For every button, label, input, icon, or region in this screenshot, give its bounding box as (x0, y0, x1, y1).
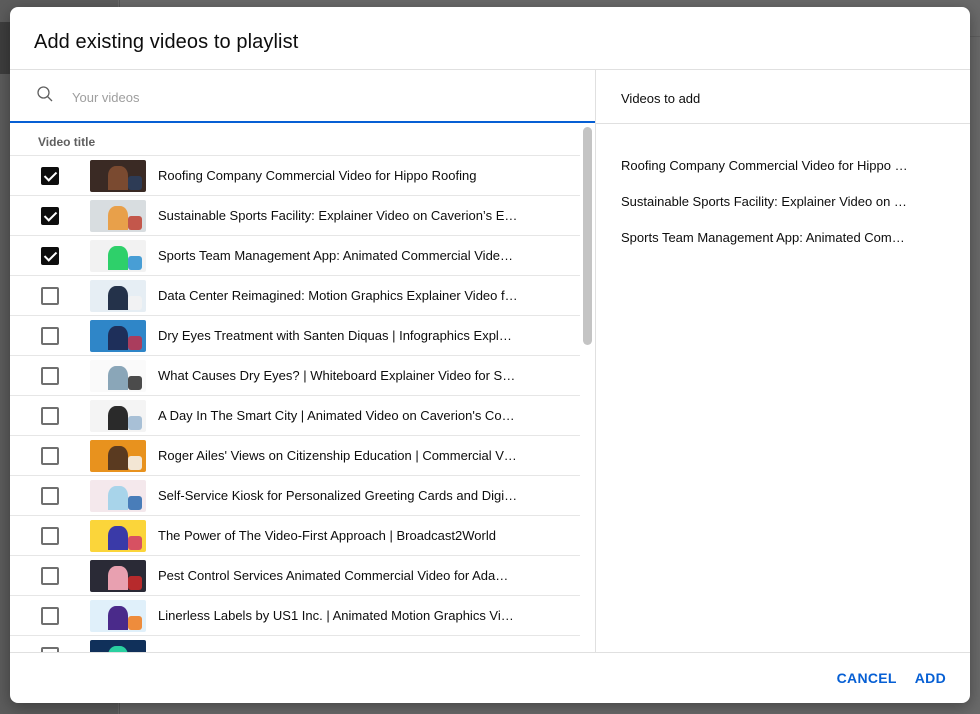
video-thumbnail (90, 239, 146, 272)
videos-to-add-pane: Videos to add Roofing Company Commercial… (596, 70, 970, 652)
column-header-video-title: Video title (10, 123, 580, 156)
video-title: Dry Eyes Treatment with Santen Diquas | … (158, 328, 518, 343)
video-title: Linerless Labels by US1 Inc. | Animated … (158, 608, 518, 623)
video-title: What Causes Dry Eyes? | Whiteboard Expla… (158, 368, 518, 383)
video-thumbnail (90, 359, 146, 392)
video-to-add-item: Sports Team Management App: Animated Com… (621, 230, 911, 245)
video-row[interactable]: Data Center Reimagined: Motion Graphics … (10, 276, 580, 316)
video-to-add-item: Roofing Company Commercial Video for Hip… (621, 158, 911, 173)
add-button[interactable]: ADD (915, 666, 946, 690)
checkbox-checked[interactable] (41, 206, 59, 225)
video-title: Self-Service Kiosk for Personalized Gree… (158, 488, 518, 503)
video-thumbnail (90, 559, 146, 592)
videos-to-add-header: Videos to add (596, 70, 970, 124)
video-row[interactable] (10, 636, 580, 652)
videos-to-add-list: Roofing Company Commercial Video for Hip… (596, 124, 970, 256)
video-thumbnail (90, 159, 146, 192)
video-thumbnail (90, 639, 146, 652)
search-icon (36, 85, 54, 103)
checkbox-unchecked[interactable] (41, 526, 59, 545)
video-to-add-item: Sustainable Sports Facility: Explainer V… (621, 194, 911, 209)
search-input[interactable] (72, 90, 552, 105)
video-thumbnail (90, 399, 146, 432)
video-row[interactable]: Roofing Company Commercial Video for Hip… (10, 156, 580, 196)
checkbox-unchecked[interactable] (41, 446, 59, 465)
list-scrollbar[interactable] (583, 127, 592, 345)
checkbox-unchecked[interactable] (41, 606, 59, 625)
video-thumbnail (90, 599, 146, 632)
dialog-footer: CANCEL ADD (10, 652, 970, 703)
video-row[interactable]: Pest Control Services Animated Commercia… (10, 556, 580, 596)
checkbox-unchecked[interactable] (41, 566, 59, 585)
video-row[interactable]: Self-Service Kiosk for Personalized Gree… (10, 476, 580, 516)
video-thumbnail (90, 479, 146, 512)
cancel-button[interactable]: CANCEL (837, 666, 897, 690)
video-row[interactable]: A Day In The Smart City | Animated Video… (10, 396, 580, 436)
video-thumbnail (90, 279, 146, 312)
video-thumbnail (90, 319, 146, 352)
video-list[interactable]: Video title Roofing Company Commercial V… (10, 123, 596, 652)
dialog-title: Add existing videos to playlist (10, 7, 970, 70)
video-title: Pest Control Services Animated Commercia… (158, 568, 518, 583)
video-title: Roger Ailes' Views on Citizenship Educat… (158, 448, 518, 463)
video-row[interactable]: Sports Team Management App: Animated Com… (10, 236, 580, 276)
search-bar (10, 70, 595, 123)
dialog-panes: Video title Roofing Company Commercial V… (10, 70, 970, 652)
video-row[interactable]: Roger Ailes' Views on Citizenship Educat… (10, 436, 580, 476)
checkbox-checked[interactable] (41, 166, 59, 185)
video-title: Roofing Company Commercial Video for Hip… (158, 168, 477, 183)
video-row[interactable]: The Power of The Video-First Approach | … (10, 516, 580, 556)
video-rows: Roofing Company Commercial Video for Hip… (10, 156, 596, 652)
video-row[interactable]: Dry Eyes Treatment with Santen Diquas | … (10, 316, 580, 356)
checkbox-unchecked[interactable] (41, 286, 59, 305)
video-thumbnail (90, 199, 146, 232)
checkbox-unchecked[interactable] (41, 326, 59, 345)
video-title: Data Center Reimagined: Motion Graphics … (158, 288, 518, 303)
video-picker-pane: Video title Roofing Company Commercial V… (10, 70, 596, 652)
checkbox-unchecked[interactable] (41, 366, 59, 385)
add-videos-dialog: Add existing videos to playlist Video ti… (10, 7, 970, 703)
video-row[interactable]: Sustainable Sports Facility: Explainer V… (10, 196, 580, 236)
checkbox-unchecked[interactable] (41, 406, 59, 425)
video-row[interactable]: What Causes Dry Eyes? | Whiteboard Expla… (10, 356, 580, 396)
video-thumbnail (90, 519, 146, 552)
video-row[interactable]: Linerless Labels by US1 Inc. | Animated … (10, 596, 580, 636)
video-title: Sports Team Management App: Animated Com… (158, 248, 518, 263)
video-title: A Day In The Smart City | Animated Video… (158, 408, 518, 423)
checkbox-unchecked[interactable] (41, 486, 59, 505)
video-thumbnail (90, 439, 146, 472)
video-title: The Power of The Video-First Approach | … (158, 528, 496, 543)
checkbox-checked[interactable] (41, 246, 59, 265)
video-title: Sustainable Sports Facility: Explainer V… (158, 208, 518, 223)
